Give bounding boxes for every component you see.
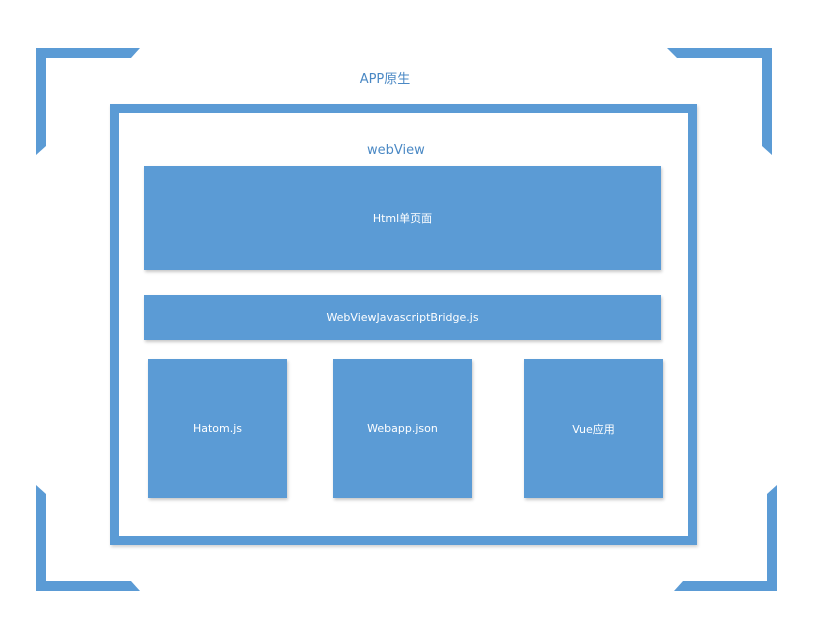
html-single-page-block: Html单页面 <box>144 166 661 270</box>
webapp-json-label: Webapp.json <box>367 422 438 435</box>
webview-label: webView <box>367 143 425 158</box>
javascript-bridge-block: WebViewJavascriptBridge.js <box>144 295 661 340</box>
vue-app-block: Vue应用 <box>524 359 663 498</box>
architecture-diagram: APP原生 webView Html单页面 WebViewJavascriptB… <box>0 0 816 633</box>
webview-container: webView Html单页面 WebViewJavascriptBridge.… <box>110 104 697 545</box>
hatom-js-block: Hatom.js <box>148 359 287 498</box>
html-single-page-label: Html单页面 <box>372 212 433 225</box>
vue-app-label: Vue应用 <box>572 422 615 436</box>
javascript-bridge-label: WebViewJavascriptBridge.js <box>326 311 479 324</box>
webapp-json-block: Webapp.json <box>333 359 472 498</box>
app-native-label: APP原生 <box>359 72 411 87</box>
hatom-js-label: Hatom.js <box>192 422 243 435</box>
